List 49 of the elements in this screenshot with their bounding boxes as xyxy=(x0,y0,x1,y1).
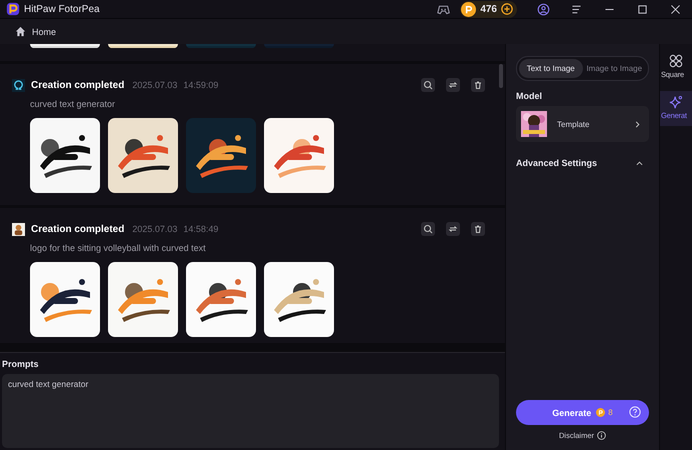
sparkle-icon xyxy=(669,95,683,109)
home-link[interactable]: Home xyxy=(15,26,56,37)
delete-button[interactable] xyxy=(471,222,485,236)
creation-time: 14:58:49 xyxy=(183,224,218,234)
gamepad-icon[interactable] xyxy=(437,2,450,16)
advanced-settings-toggle[interactable]: Advanced Settings xyxy=(516,158,649,168)
chevron-right-icon xyxy=(634,120,641,128)
model-heading: Model xyxy=(516,91,543,101)
creation-date: 2025.07.03 xyxy=(132,224,178,234)
avatar-icon xyxy=(12,222,25,236)
coin-balance[interactable]: 476 xyxy=(460,0,517,18)
logo-icon xyxy=(6,2,20,16)
zoom-icon xyxy=(423,224,433,234)
repeat-icon xyxy=(448,224,458,234)
creation-time: 14:59:09 xyxy=(183,80,218,90)
generate-button[interactable]: Generate 8 xyxy=(516,400,649,425)
prompt-text: curved text generator xyxy=(30,99,116,109)
model-selector[interactable]: Template xyxy=(516,106,649,142)
prompt-field[interactable]: curved text generator xyxy=(2,374,499,448)
zoom-button[interactable] xyxy=(421,222,435,236)
trash-icon xyxy=(473,224,483,234)
maximize-icon[interactable] xyxy=(636,2,649,16)
regenerate-button[interactable] xyxy=(446,222,460,236)
regenerate-button[interactable] xyxy=(446,78,460,92)
chevron-up-icon xyxy=(636,160,643,166)
delete-button[interactable] xyxy=(471,78,485,92)
avatar-icon xyxy=(12,78,25,92)
grid-icon xyxy=(669,54,683,68)
creation-status: Creation completed xyxy=(31,80,124,90)
trash-icon xyxy=(473,80,483,90)
menu-icon[interactable] xyxy=(570,2,583,16)
help-icon xyxy=(629,406,641,418)
close-icon[interactable] xyxy=(669,2,682,16)
app-title: HitPaw FotorPea xyxy=(24,4,100,14)
coin-icon xyxy=(461,2,476,16)
creation-status: Creation completed xyxy=(31,224,124,234)
zoom-button[interactable] xyxy=(421,78,435,92)
creation-date: 2025.07.03 xyxy=(132,80,178,90)
zoom-icon xyxy=(423,80,433,90)
info-icon[interactable] xyxy=(597,431,606,440)
user-icon[interactable] xyxy=(537,2,550,16)
prompt-text: logo for the sitting volleyball with curved text xyxy=(30,243,207,253)
mode-tab[interactable]: Image to Image xyxy=(582,59,646,78)
plus-icon xyxy=(501,3,513,15)
home-icon xyxy=(15,26,26,37)
repeat-icon xyxy=(448,80,458,90)
mode-tab[interactable]: Text to Image xyxy=(519,59,582,78)
coin-icon xyxy=(596,408,606,417)
prompts-label: Prompts xyxy=(2,359,40,369)
